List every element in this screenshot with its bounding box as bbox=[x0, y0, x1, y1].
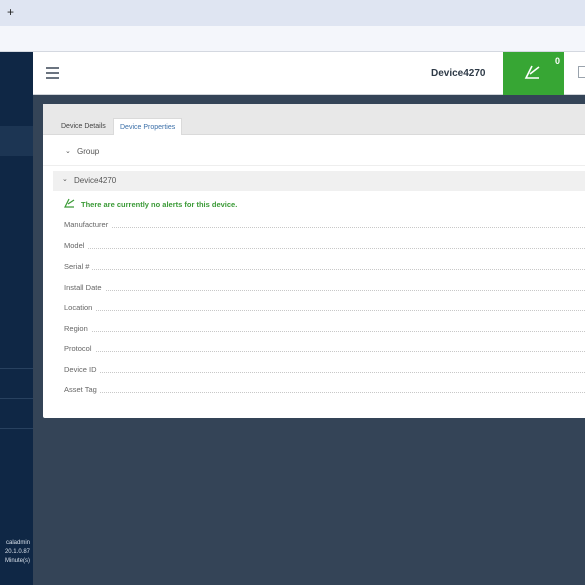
sidebar-divider bbox=[0, 368, 33, 369]
property-row-manufacturer: Manufacturer bbox=[64, 220, 585, 234]
chevron-down-icon: ⌄ bbox=[65, 148, 71, 155]
property-label: Region bbox=[64, 324, 91, 333]
dotted-leader bbox=[64, 269, 585, 270]
property-label: Install Date bbox=[64, 283, 105, 292]
tab-bar: Device Details Device Properties bbox=[43, 104, 585, 135]
top-header: Device4270 0 bbox=[33, 52, 585, 95]
dotted-leader bbox=[64, 248, 585, 249]
sidebar-footer-refresh: Minute(s) bbox=[4, 558, 30, 564]
sidebar-footer-version: 20.1.0.87 bbox=[4, 549, 30, 555]
dotted-leader bbox=[64, 392, 585, 393]
new-tab-button[interactable]: + bbox=[7, 4, 14, 20]
property-label: Location bbox=[64, 303, 96, 312]
property-row-serial: Serial # bbox=[64, 262, 585, 276]
property-label: Protocol bbox=[64, 344, 95, 353]
property-label: Manufacturer bbox=[64, 220, 112, 229]
alert-count-button[interactable]: 0 bbox=[503, 52, 564, 95]
hamburger-menu-icon[interactable] bbox=[46, 67, 59, 79]
dotted-leader bbox=[64, 331, 585, 332]
group-label: Group bbox=[77, 147, 100, 156]
device-section-header[interactable]: ⌄ Device4270 bbox=[53, 171, 585, 191]
property-label: Serial # bbox=[64, 262, 93, 271]
dotted-leader bbox=[64, 290, 585, 291]
alert-triangle-icon bbox=[524, 65, 540, 79]
property-row-asset-tag: Asset Tag bbox=[64, 385, 585, 399]
property-label: Model bbox=[64, 241, 88, 250]
group-expander[interactable]: ⌄ Group bbox=[43, 142, 585, 166]
alert-triangle-icon bbox=[64, 198, 75, 208]
property-row-device-id: Device ID bbox=[64, 365, 585, 379]
property-row-protocol: Protocol bbox=[64, 344, 585, 358]
sidebar-selected-item[interactable] bbox=[0, 126, 33, 156]
browser-tab-strip: + bbox=[0, 0, 585, 26]
device-panel: Device Details Device Properties ⌄ Group… bbox=[43, 104, 585, 418]
sidebar-divider bbox=[0, 428, 33, 429]
tab-device-details[interactable]: Device Details bbox=[55, 118, 112, 135]
property-label: Device ID bbox=[64, 365, 100, 374]
property-row-model: Model bbox=[64, 241, 585, 255]
alert-count: 0 bbox=[554, 56, 560, 66]
browser-toolbar bbox=[0, 26, 585, 52]
tab-device-properties[interactable]: Device Properties bbox=[113, 118, 183, 135]
sidebar-divider bbox=[0, 398, 33, 399]
dotted-leader bbox=[64, 351, 585, 352]
property-label: Asset Tag bbox=[64, 385, 100, 394]
property-row-location: Location bbox=[64, 303, 585, 317]
dotted-leader bbox=[64, 372, 585, 373]
sidebar-footer-user: caladmin bbox=[5, 540, 30, 546]
document-icon[interactable] bbox=[578, 66, 585, 78]
property-row-region: Region bbox=[64, 324, 585, 338]
device-title: Device4270 bbox=[431, 68, 486, 79]
chevron-down-icon: ⌄ bbox=[62, 176, 68, 183]
dotted-leader bbox=[64, 227, 585, 228]
no-alerts-message: There are currently no alerts for this d… bbox=[81, 200, 238, 209]
device-section-label: Device4270 bbox=[74, 176, 117, 185]
property-row-install-date: Install Date bbox=[64, 283, 585, 297]
no-alerts-notice: There are currently no alerts for this d… bbox=[53, 193, 585, 215]
dotted-leader bbox=[64, 310, 585, 311]
sidebar: caladmin 20.1.0.87 Minute(s) bbox=[0, 52, 33, 585]
